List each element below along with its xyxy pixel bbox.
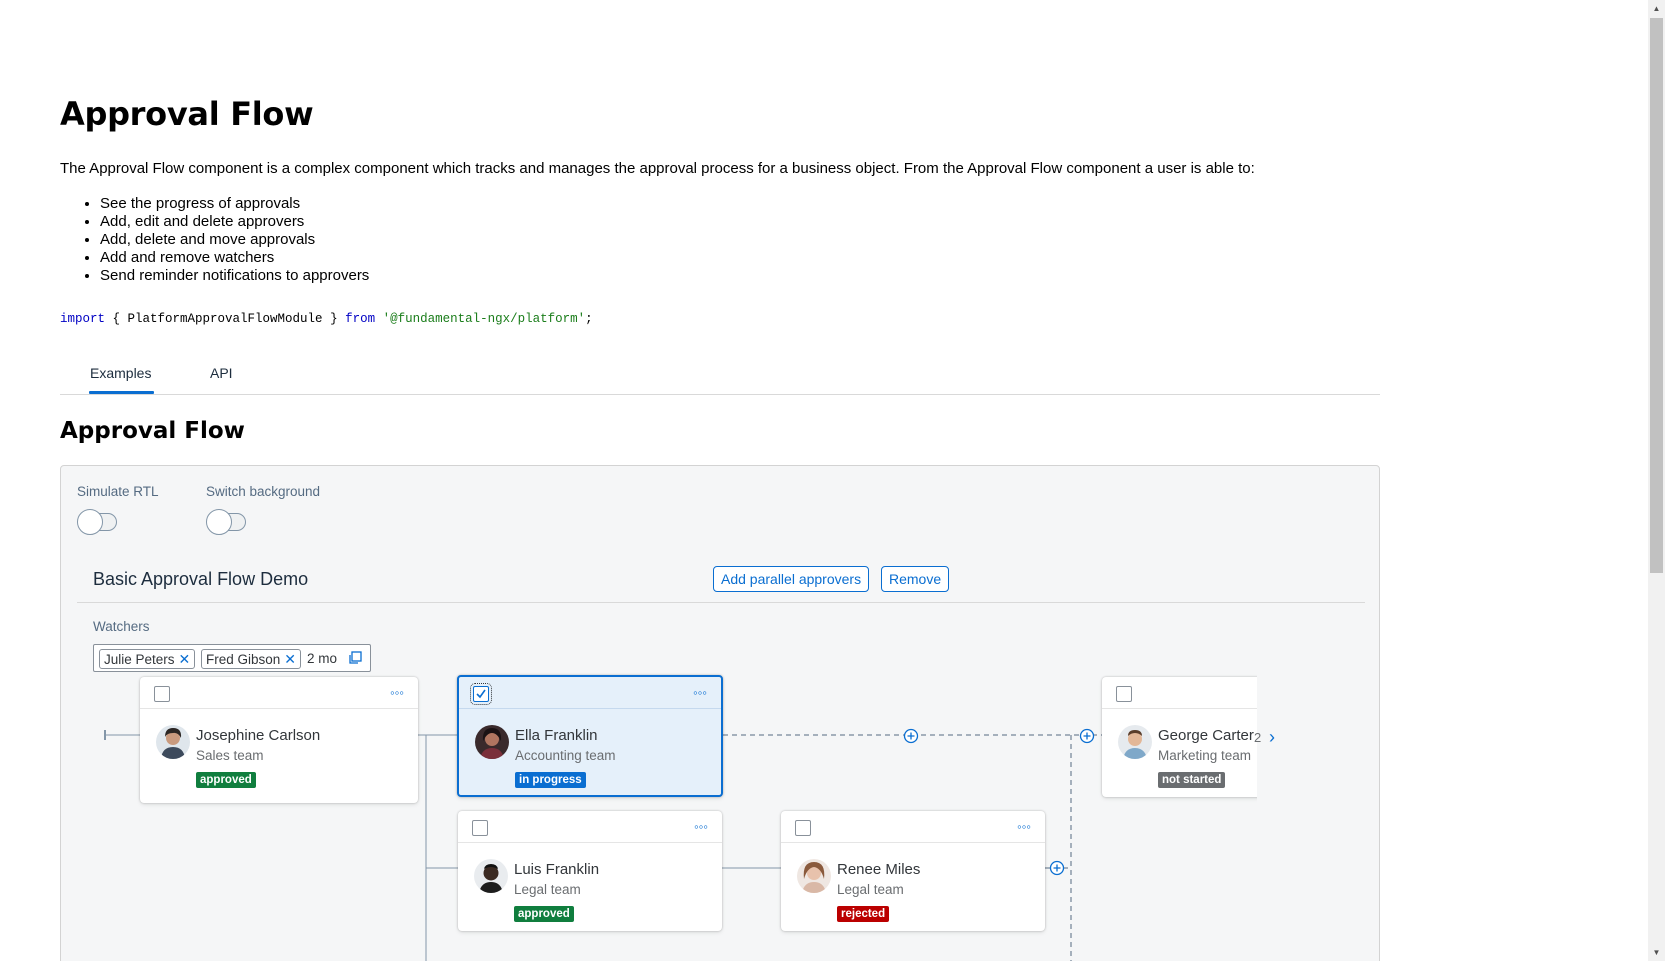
status-badge: approved: [196, 772, 256, 788]
code-module: PlatformApprovalFlowModule: [127, 312, 323, 326]
approver-name: Josephine Carlson: [196, 727, 321, 744]
avatar: [475, 725, 509, 759]
import-code-snippet: import { PlatformApprovalFlowModule } fr…: [60, 312, 593, 326]
approval-node[interactable]: ◦◦◦ Renee Miles Legal team rejected: [781, 811, 1045, 931]
approval-node[interactable]: ◦◦◦ Luis Franklin Legal team approved: [458, 811, 722, 931]
add-approval-icon[interactable]: [1079, 728, 1095, 744]
node-header: [1102, 677, 1262, 709]
scroll-down-icon[interactable]: ▼: [1651, 947, 1662, 958]
node-checkbox[interactable]: [472, 820, 488, 836]
page-scrollbar[interactable]: ▲ ▼: [1648, 0, 1665, 961]
code-keyword: import: [60, 312, 106, 326]
code-string: '@fundamental-ngx/platform': [382, 312, 586, 326]
approver-name: Ella Franklin: [515, 727, 598, 744]
approval-node[interactable]: ◦◦◦ Ella Franklin Accounting team in pro…: [457, 675, 723, 797]
scroll-up-icon[interactable]: ▲: [1651, 3, 1662, 14]
overflow-count: 2: [1254, 730, 1262, 745]
checkmark-icon: [476, 689, 486, 699]
page-title: Approval Flow: [60, 95, 314, 133]
list-item: Send reminder notifications to approvers: [100, 267, 369, 285]
status-badge: not started: [1158, 772, 1226, 788]
status-badge: approved: [514, 906, 574, 922]
node-checkbox[interactable]: [1116, 686, 1132, 702]
code-keyword: from: [345, 312, 376, 326]
approver-team: Marketing team: [1158, 748, 1252, 763]
tab-bar: Examples API: [60, 355, 1380, 395]
node-header: ◦◦◦: [459, 677, 721, 709]
approver-team: Accounting team: [515, 748, 616, 763]
node-header: ◦◦◦: [458, 811, 722, 843]
node-header: ◦◦◦: [140, 677, 418, 709]
feature-list: See the progress of approvals Add, edit …: [100, 195, 369, 285]
more-options-icon[interactable]: ◦◦◦: [694, 819, 708, 834]
status-badge: rejected: [837, 906, 890, 922]
node-checkbox[interactable]: [795, 820, 811, 836]
intro-paragraph: The Approval Flow component is a complex…: [60, 160, 1255, 177]
tab-api[interactable]: API: [210, 365, 233, 395]
approver-name: George Carter: [1158, 727, 1254, 744]
list-item: Add, edit and delete approvers: [100, 213, 369, 231]
node-checkbox[interactable]: [154, 686, 170, 702]
node-header: ◦◦◦: [781, 811, 1045, 843]
code-brace: {: [105, 312, 128, 326]
more-options-icon[interactable]: ◦◦◦: [1017, 819, 1031, 834]
avatar: [1118, 725, 1152, 759]
approval-node[interactable]: ◦◦◦ Josephine Carlson Sales team approve…: [140, 677, 418, 803]
active-tab-indicator: [89, 391, 154, 394]
section-title: Approval Flow: [60, 418, 245, 444]
approver-team: Sales team: [196, 748, 264, 763]
approver-name: Luis Franklin: [514, 861, 600, 878]
chevron-right-icon[interactable]: ›: [1269, 727, 1275, 748]
scrollbar-thumb[interactable]: [1650, 18, 1663, 573]
list-item: Add and remove watchers: [100, 249, 369, 267]
approver-name: Renee Miles: [837, 861, 921, 878]
approver-team: Legal team: [837, 882, 904, 897]
avatar: [797, 859, 831, 893]
approval-node[interactable]: George Carter Marketing team not started: [1102, 677, 1262, 797]
code-brace: }: [322, 312, 346, 326]
page: Approval Flow The Approval Flow componen…: [0, 0, 1665, 961]
list-item: Add, delete and move approvals: [100, 231, 369, 249]
add-approval-icon[interactable]: [903, 728, 919, 744]
approver-team: Legal team: [514, 882, 581, 897]
node-checkbox[interactable]: [470, 683, 492, 705]
add-approval-icon[interactable]: [1049, 860, 1065, 876]
more-options-icon[interactable]: ◦◦◦: [390, 685, 404, 700]
status-badge: in progress: [515, 772, 586, 788]
code-semicolon: ;: [585, 312, 593, 326]
demo-panel: Simulate RTL Switch background Basic App…: [60, 465, 1380, 961]
more-options-icon[interactable]: ◦◦◦: [693, 685, 707, 700]
avatar: [156, 725, 190, 759]
list-item: See the progress of approvals: [100, 195, 369, 213]
avatar: [474, 859, 508, 893]
